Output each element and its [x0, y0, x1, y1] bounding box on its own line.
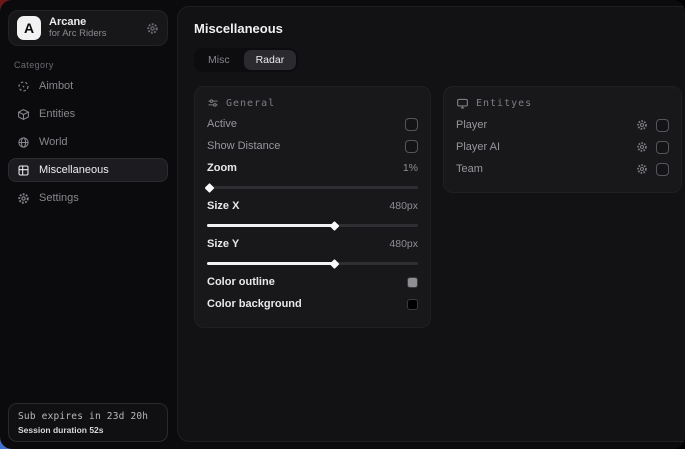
sidebar-item-label: Settings	[39, 192, 79, 204]
size-y-value: 480px	[389, 238, 418, 250]
sidebar-item-label: Miscellaneous	[39, 164, 109, 176]
color-outline-label: Color outline	[207, 276, 275, 288]
row-size-x: Size X 480px	[207, 195, 418, 217]
player-checkbox[interactable]	[656, 119, 669, 132]
player-ai-checkbox[interactable]	[656, 141, 669, 154]
team-checkbox[interactable]	[656, 163, 669, 176]
active-label: Active	[207, 118, 237, 130]
grid-icon	[17, 164, 30, 177]
row-color-outline: Color outline	[207, 271, 418, 293]
sidebar-item-label: World	[39, 136, 68, 148]
size-y-label: Size Y	[207, 238, 239, 250]
sidebar-item-label: Aimbot	[39, 80, 73, 92]
sidebar-item-label: Entities	[39, 108, 75, 120]
app-window: A Arcane for Arc Riders Category	[0, 0, 685, 449]
monitor-icon	[456, 97, 469, 110]
sidebar-item-entities[interactable]: Entities	[8, 102, 168, 126]
zoom-slider-thumb[interactable]	[205, 183, 215, 193]
subscription-info-card: Sub expires in 23d 20h Session duration …	[8, 403, 168, 442]
row-player: Player	[456, 114, 669, 136]
team-controls	[636, 163, 669, 176]
size-y-slider-thumb[interactable]	[329, 259, 339, 269]
row-show-distance: Show Distance	[207, 135, 418, 157]
size-y-slider[interactable]	[207, 262, 418, 265]
zoom-slider[interactable]	[207, 186, 418, 189]
panel-entities-header: Entityes	[456, 97, 669, 110]
sidebar-item-world[interactable]: World	[8, 130, 168, 154]
team-gear-icon[interactable]	[636, 163, 648, 175]
size-x-slider-fill	[207, 224, 334, 227]
sidebar-item-miscellaneous[interactable]: Miscellaneous	[8, 158, 168, 182]
player-ai-label: Player AI	[456, 141, 500, 153]
sidebar-item-aimbot[interactable]: Aimbot	[8, 74, 168, 98]
panel-entities-title: Entityes	[476, 98, 532, 109]
sidebar-nav: Aimbot Entities World	[0, 74, 176, 210]
row-color-background: Color background	[207, 293, 418, 315]
zoom-label: Zoom	[207, 162, 237, 174]
panel-entities: Entityes Player Player AI	[443, 86, 682, 193]
sidebar-item-settings[interactable]: Settings	[8, 186, 168, 210]
crosshair-icon	[17, 80, 30, 93]
globe-icon	[17, 136, 30, 149]
page-title: Miscellaneous	[194, 21, 682, 36]
app-name: Arcane	[49, 16, 138, 29]
player-ai-gear-icon[interactable]	[636, 141, 648, 153]
zoom-value: 1%	[403, 162, 418, 174]
show-distance-label: Show Distance	[207, 140, 280, 152]
player-gear-icon[interactable]	[636, 119, 648, 131]
row-player-ai: Player AI	[456, 136, 669, 158]
team-label: Team	[456, 163, 483, 175]
color-background-label: Color background	[207, 298, 302, 310]
main-content: Miscellaneous Misc Radar General Active	[177, 6, 685, 442]
color-background-swatch[interactable]	[407, 299, 418, 310]
app-logo: A	[17, 16, 41, 40]
show-distance-checkbox[interactable]	[405, 140, 418, 153]
sliders-icon	[207, 97, 219, 109]
sidebar: A Arcane for Arc Riders Category	[0, 0, 176, 449]
active-checkbox[interactable]	[405, 118, 418, 131]
panel-general-title: General	[226, 98, 275, 109]
size-x-slider-thumb[interactable]	[329, 221, 339, 231]
size-y-slider-fill	[207, 262, 334, 265]
row-active: Active	[207, 113, 418, 135]
row-size-y: Size Y 480px	[207, 233, 418, 255]
row-team: Team	[456, 158, 669, 180]
tab-misc[interactable]: Misc	[196, 50, 242, 70]
sub-expires-text: Sub expires in 23d 20h	[18, 411, 158, 422]
panels-row: General Active Show Distance Zoom 1%	[194, 86, 682, 328]
player-label: Player	[456, 119, 487, 131]
panel-general: General Active Show Distance Zoom 1%	[194, 86, 431, 328]
category-label: Category	[14, 60, 176, 70]
brand-card: A Arcane for Arc Riders	[8, 10, 168, 46]
zoom-slider-fill	[207, 186, 209, 189]
player-ai-controls	[636, 141, 669, 154]
app-subtitle: for Arc Riders	[49, 29, 138, 40]
size-x-label: Size X	[207, 200, 239, 212]
brand-text: Arcane for Arc Riders	[49, 16, 138, 40]
session-duration-text: Session duration 52s	[18, 425, 158, 435]
size-x-value: 480px	[389, 200, 418, 212]
color-outline-swatch[interactable]	[407, 277, 418, 288]
player-controls	[636, 119, 669, 132]
gear-icon	[17, 192, 30, 205]
tab-radar[interactable]: Radar	[244, 50, 297, 70]
entities-icon	[17, 108, 30, 121]
panel-general-header: General	[207, 97, 418, 109]
brand-gear-icon[interactable]	[146, 22, 159, 35]
row-zoom: Zoom 1%	[207, 157, 418, 179]
tab-bar: Misc Radar	[194, 48, 298, 72]
size-x-slider[interactable]	[207, 224, 418, 227]
